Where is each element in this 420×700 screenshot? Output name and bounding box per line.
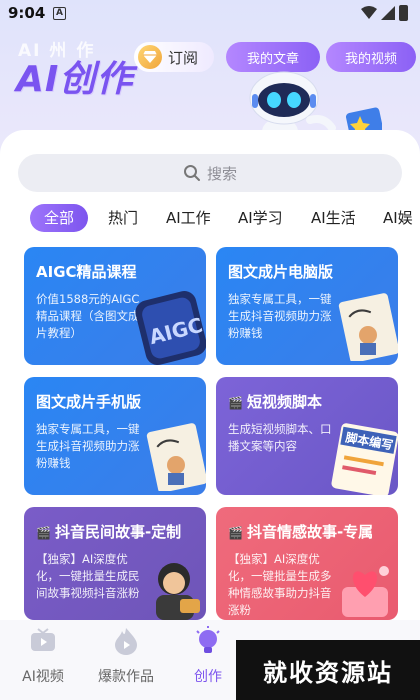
lightbulb-icon [196,626,220,653]
subscribe-label: 订阅 [168,48,199,67]
category-tab-hot[interactable]: 热门 [108,204,138,232]
card-description: 独家专属工具，一键生成抖音视频助力涨粉赚钱 [36,422,140,470]
card-title: 🎬 抖音民间故事-定制 [36,521,181,542]
card-aigc-course[interactable]: AIGC精品课程 价值1588元的AIGC精品课程（含图文成片教程） AIGC [24,247,206,365]
category-tab-ai-life[interactable]: AI生活 [311,204,356,232]
card-image-video-desktop[interactable]: 图文成片电脑版 独家专属工具，一键生成抖音视频助力涨粉赚钱 [216,247,398,365]
battery-icon [399,5,408,21]
wifi-icon [361,6,377,19]
card-image-video-mobile[interactable]: 图文成片手机版 独家专属工具，一键生成抖音视频助力涨粉赚钱 [24,377,206,495]
card-title-text: 短视频脚本 [246,393,322,411]
script-book-illustration: 脚本编写 [331,423,398,495]
card-title: 🎬 短视频脚本 [228,391,322,412]
my-videos-button[interactable]: 我的视频 [326,42,416,72]
flame-icon [115,628,137,655]
page-title: AI创作 [16,59,134,100]
category-tabs: 全部 热门 AI工作 AI学习 AI生活 AI娱 [0,198,420,236]
card-description: 价值1588元的AIGC精品课程（含图文成片教程） [36,292,140,340]
subscribe-button[interactable]: 订阅 [134,42,214,72]
heart-gift-illustration [342,566,389,617]
status-bar: 9:04 A [0,0,420,28]
card-title-text: 抖音情感故事-专属 [246,523,374,541]
my-articles-button[interactable]: 我的文章 [226,42,320,72]
card-title: 图文成片手机版 [36,393,142,411]
search-input[interactable]: 搜索 [18,154,402,192]
signal-icon [381,6,395,20]
card-description: 【独家】AI深度优化，一键批量生成多种情感故事助力抖音涨粉 [228,552,332,617]
book-cover-illustration [338,293,398,361]
card-title: 图文成片电脑版 [228,263,334,281]
category-tab-all[interactable]: 全部 [30,204,88,232]
category-tab-ai-work[interactable]: AI工作 [166,204,211,232]
card-title: AIGC精品课程 [36,263,137,281]
aigc-logo-illustration: AIGC [135,291,206,365]
category-tab-ai-study[interactable]: AI学习 [238,204,283,232]
card-title-text: 抖音民间故事-定制 [54,523,182,541]
clapperboard-icon: 🎬 [36,526,51,540]
card-title: 🎬 抖音情感故事-专属 [228,521,373,542]
tab-label: 爆款作品 [98,669,154,685]
card-folk-story[interactable]: 🎬 抖音民间故事-定制 【独家】AI深度优化，一键批量生成民间故事视频抖音涨粉 [24,507,206,620]
status-time: 9:04 [8,4,46,22]
card-emotion-story[interactable]: 🎬 抖音情感故事-专属 【独家】AI深度优化，一键批量生成多种情感故事助力抖音涨粉 [216,507,398,620]
tab-create[interactable]: 创作 [172,626,244,686]
search-placeholder: 搜索 [206,164,237,183]
tab-hot-works[interactable]: 爆款作品 [90,626,162,686]
category-tab-ai-entertainment[interactable]: AI娱 [383,204,413,232]
diamond-icon [138,45,162,69]
site-watermark: 就收资源站 [236,640,420,700]
tab-label: 创作 [194,669,222,685]
book-cover-illustration [146,423,206,491]
tab-ai-video[interactable]: AI视频 [7,626,79,686]
tab-label: AI视频 [22,669,64,685]
clapperboard-icon: 🎬 [228,526,243,540]
card-description: 独家专属工具，一键生成抖音视频助力涨粉赚钱 [228,292,332,340]
card-description: 【独家】AI深度优化，一键批量生成民间故事视频抖音涨粉 [36,552,140,600]
tv-icon [31,628,55,651]
card-description: 生成短视频脚本、口播文案等内容 [228,422,332,453]
notification-icon: A [53,7,66,20]
search-icon [183,165,200,181]
folk-story-illustration [156,563,200,620]
card-short-video-script[interactable]: 🎬 短视频脚本 生成短视频脚本、口播文案等内容 脚本编写 [216,377,398,495]
clapperboard-icon: 🎬 [228,396,243,410]
